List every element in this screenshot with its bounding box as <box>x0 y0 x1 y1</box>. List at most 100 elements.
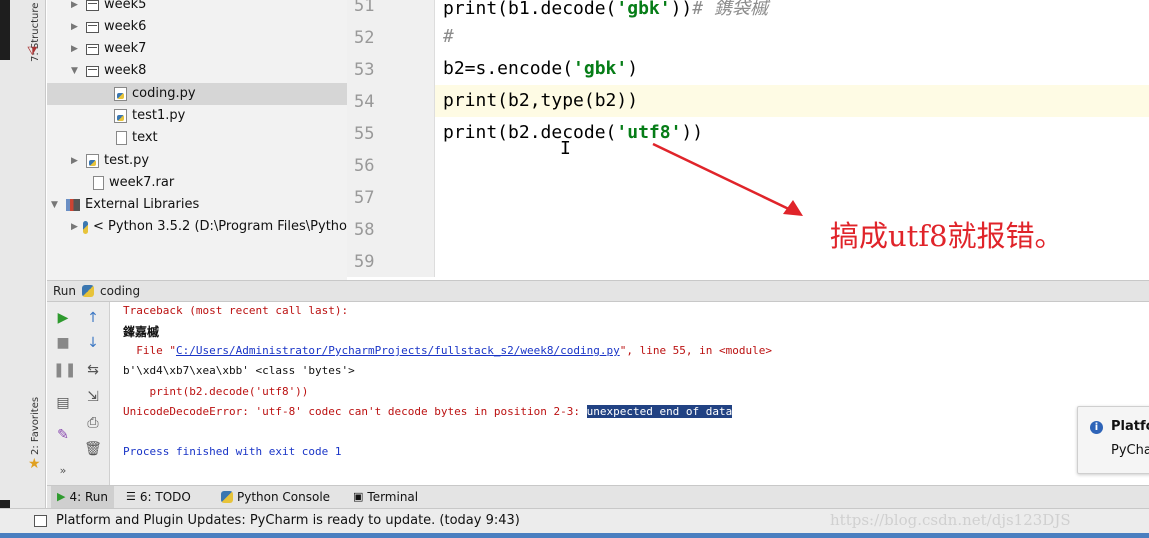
tab-run[interactable]: ▶ 4: Run <box>51 486 114 508</box>
collapsed-arrow-icon[interactable]: ▶ <box>71 16 81 38</box>
annotation-text: 搞成utf8就报错。 <box>830 219 1064 253</box>
run-toolbar-secondary: ↑ ↓ ⇆ ⇲ ⎙ 🗑 <box>77 302 110 485</box>
tab-terminal[interactable]: ▣ Terminal <box>347 486 424 508</box>
watermark: https://blog.csdn.net/djs123DJS <box>830 511 1071 529</box>
run-config-name: coding <box>100 284 141 298</box>
code-line-51[interactable]: print(b1.decode('gbk'))# 鎸袋槭 <box>443 0 768 20</box>
code-token: print(b2.decode( <box>443 122 617 143</box>
tree-label: week5 <box>104 0 147 12</box>
tree-item-external-libraries[interactable]: ▼ External Libraries <box>51 194 199 216</box>
tree-item-week8[interactable]: ▼ week8 <box>71 60 146 82</box>
python-file-icon <box>86 154 99 168</box>
line-number: 56 <box>354 156 375 176</box>
console-text: ", line 55, in <module> <box>619 344 773 357</box>
line-number: 57 <box>354 188 375 208</box>
line-number: 55 <box>354 124 375 144</box>
tree-item-text[interactable]: text <box>116 127 158 149</box>
tree-label: External Libraries <box>85 197 200 212</box>
python-run-config-icon <box>82 285 95 297</box>
text-file-icon <box>116 131 127 145</box>
soft-wrap-icon[interactable]: ⇆ <box>83 361 103 379</box>
python-sdk-icon <box>82 220 89 234</box>
tree-label: week6 <box>104 19 147 34</box>
code-line-52[interactable]: # <box>443 26 454 47</box>
clear-trash-icon[interactable]: 🗑 <box>83 440 103 458</box>
tree-item-week7-rar[interactable]: week7.rar <box>93 172 174 194</box>
collapsed-arrow-icon[interactable]: ▶ <box>71 38 81 60</box>
console-line: print(b2.decode('utf8')) <box>123 385 309 398</box>
terminal-icon: ▣ <box>353 490 364 503</box>
library-icon <box>66 199 80 211</box>
collapsed-arrow-icon[interactable]: ▶ <box>71 216 78 238</box>
annotation-arrow <box>652 142 803 216</box>
run-icon: ▶ <box>57 490 66 503</box>
tree-item-python-sdk[interactable]: ▶ < Python 3.5.2 (D:\Program Files\Pytho <box>71 216 347 238</box>
code-line-54[interactable]: print(b2,type(b2)) <box>443 90 638 111</box>
python-console-icon <box>221 491 233 503</box>
tree-label: week8 <box>104 63 147 78</box>
line-number: 53 <box>354 60 375 80</box>
code-editor[interactable]: print(b1.decode('gbk'))# 鎸袋槭 # b2=s.enco… <box>435 0 1149 277</box>
more-actions-icon[interactable]: » <box>53 462 73 480</box>
tree-item-week7[interactable]: ▶ week7 <box>71 38 146 60</box>
folder-icon <box>86 65 99 77</box>
tool-window-tabs: ▶ 4: Run ☰ 6: TODO Python Console ▣ Term… <box>47 485 1149 508</box>
tree-item-week5[interactable]: ▶ week5 <box>71 0 146 16</box>
project-tree: ▶ week5 ▶ week6 ▶ week7 ▼ week8 coding.p… <box>47 0 347 282</box>
update-notification-balloon[interactable]: i Platfo PyCha <box>1077 406 1149 474</box>
tab-python-console[interactable]: Python Console <box>215 486 336 508</box>
selected-console-text[interactable]: unexpected end of data <box>586 405 733 418</box>
window-bottom-edge <box>0 533 1149 538</box>
tree-item-test-py[interactable]: ▶ test.py <box>71 150 149 172</box>
tree-label: test1.py <box>132 108 186 123</box>
tree-label: week7 <box>104 41 147 56</box>
scroll-to-end-icon[interactable]: ⇲ <box>83 388 103 406</box>
tree-label: test.py <box>104 153 150 168</box>
text-cursor-icon: I <box>560 138 571 159</box>
structure-icon: ⧩ <box>27 44 38 58</box>
info-icon: i <box>1090 421 1103 434</box>
print-icon[interactable]: ⎙ <box>83 414 103 432</box>
line-number: 54 <box>354 92 375 112</box>
pin-tab-icon[interactable]: ✎ <box>53 426 73 444</box>
code-token: ) <box>627 58 639 79</box>
scroll-up-arrow-icon[interactable]: ↑ <box>83 309 103 327</box>
tool-windows-toggle-icon[interactable] <box>34 515 47 527</box>
tree-item-week6[interactable]: ▶ week6 <box>71 16 146 38</box>
folder-icon <box>86 43 99 55</box>
code-comment: # 鎸袋槭 <box>692 0 768 19</box>
dump-threads-icon[interactable]: ▤ <box>53 394 73 412</box>
code-line-53[interactable]: b2=s.encode('gbk') <box>443 58 638 79</box>
tree-label: text <box>132 130 158 145</box>
expanded-arrow-icon[interactable]: ▼ <box>51 194 61 216</box>
status-message[interactable]: Platform and Plugin Updates: PyCharm is … <box>56 509 520 532</box>
scroll-down-arrow-icon[interactable]: ↓ <box>83 334 103 352</box>
favorites-tool-button[interactable]: 2: Favorites <box>30 397 41 455</box>
stop-icon[interactable]: ■ <box>53 334 73 352</box>
run-toolbar-primary: ▶ ■ ❚❚ ▤ ✎ » <box>47 302 77 485</box>
expanded-arrow-icon[interactable]: ▼ <box>71 60 81 82</box>
tree-label: < Python 3.5.2 (D:\Program Files\Pytho <box>93 219 347 234</box>
string-literal: 'gbk' <box>573 58 628 79</box>
tree-label: coding.py <box>132 86 196 101</box>
console-line: Traceback (most recent call last): <box>123 304 349 317</box>
console-line: UnicodeDecodeError: 'utf-8' codec can't … <box>123 405 733 418</box>
pycharm-window: 7: Structure ⧩ 2: Favorites ★ ▶ week5 ▶ … <box>0 0 1149 538</box>
rerun-icon[interactable]: ▶ <box>53 309 73 327</box>
notification-title: Platfo <box>1111 419 1149 434</box>
left-tool-strip: 7: Structure ⧩ 2: Favorites ★ <box>0 0 46 538</box>
collapsed-arrow-icon[interactable]: ▶ <box>71 0 81 16</box>
window-edge <box>0 0 10 60</box>
tab-label: 4: Run <box>69 490 108 504</box>
tab-todo[interactable]: ☰ 6: TODO <box>120 486 197 508</box>
tree-item-coding-py[interactable]: coding.py <box>47 83 347 105</box>
line-number: 52 <box>354 28 375 48</box>
run-console-output[interactable]: Traceback (most recent call last): 鎽嘉槭 F… <box>110 302 1149 485</box>
tree-item-test1-py[interactable]: test1.py <box>114 105 185 127</box>
run-panel-header: Run coding <box>47 280 1149 302</box>
console-text: File " <box>123 344 176 357</box>
collapsed-arrow-icon[interactable]: ▶ <box>71 150 81 172</box>
pause-icon[interactable]: ❚❚ <box>53 361 76 379</box>
traceback-file-link[interactable]: C:/Users/Administrator/PycharmProjects/f… <box>176 344 620 357</box>
console-line: 鎽嘉槭 <box>123 325 160 339</box>
